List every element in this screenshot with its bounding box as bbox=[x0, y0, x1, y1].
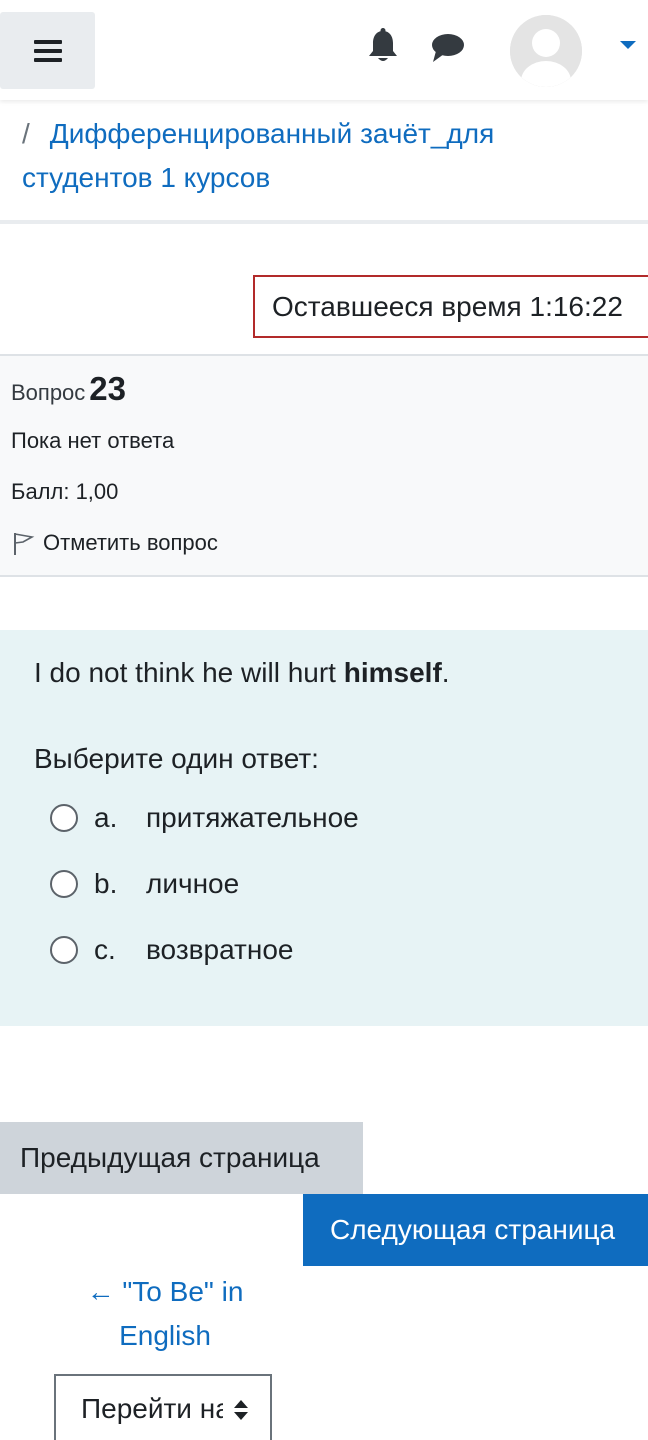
question-state: Пока нет ответа bbox=[11, 428, 175, 453]
breadcrumb: / Дифференцированный зачёт_для студентов … bbox=[22, 112, 582, 200]
jump-to-label: Перейти на... bbox=[81, 1393, 223, 1424]
radio-button-b[interactable] bbox=[50, 870, 78, 898]
next-page-button[interactable]: Следующая страница bbox=[303, 1194, 648, 1266]
jump-to-select[interactable]: Перейти на... bbox=[54, 1374, 272, 1440]
question-number-label: Вопрос bbox=[11, 380, 86, 405]
flag-question-link[interactable]: Отметить вопрос bbox=[11, 530, 218, 556]
timer-label: Оставшееся время bbox=[272, 291, 522, 322]
breadcrumb-separator: / bbox=[22, 118, 30, 149]
breadcrumb-course-link[interactable]: Дифференцированный зачёт_для студентов 1… bbox=[22, 118, 494, 193]
chat-bubble-icon[interactable] bbox=[430, 32, 466, 69]
previous-activity-link[interactable]: ← "To Be" in English bbox=[70, 1270, 260, 1358]
question-info-panel: Вопрос 23 Пока нет ответа Балл: 1,00 Отме… bbox=[0, 354, 648, 577]
question-text-highlight: himself bbox=[343, 657, 442, 688]
top-navbar bbox=[0, 0, 648, 100]
option-letter-b: b. bbox=[94, 868, 118, 899]
answer-option-b[interactable]: b. личное bbox=[50, 864, 239, 904]
answer-option-c[interactable]: c. возвратное bbox=[50, 930, 294, 970]
option-label-c: возвратное bbox=[146, 934, 294, 965]
answer-option-a[interactable]: a. притяжательное bbox=[50, 798, 359, 838]
radio-button-a[interactable] bbox=[50, 804, 78, 832]
bell-icon[interactable] bbox=[366, 28, 400, 69]
question-text-before: I do not think he will hurt bbox=[34, 657, 344, 688]
flag-question-label: Отметить вопрос bbox=[43, 530, 218, 555]
radio-button-c[interactable] bbox=[50, 936, 78, 964]
header-divider bbox=[0, 220, 648, 224]
timer-value: 1:16:22 bbox=[529, 291, 623, 322]
question-number-value: 23 bbox=[89, 370, 127, 407]
question-text: I do not think he will hurt himself. bbox=[34, 657, 450, 689]
question-grade: Балл: 1,00 bbox=[11, 479, 119, 504]
avatar-icon[interactable] bbox=[510, 15, 582, 87]
select-arrows-icon bbox=[234, 1400, 248, 1420]
option-label-a: притяжательное bbox=[146, 802, 359, 833]
question-content: I do not think he will hurt himself. Выб… bbox=[0, 630, 648, 1026]
menu-toggle-button[interactable] bbox=[0, 12, 95, 89]
question-number: Вопрос 23 bbox=[11, 370, 126, 408]
quiz-timer: Оставшееся время 1:16:22 bbox=[253, 275, 648, 338]
answer-prompt: Выберите один ответ: bbox=[34, 743, 319, 774]
user-menu-caret-icon[interactable] bbox=[620, 41, 636, 49]
flag-icon bbox=[14, 533, 35, 555]
option-label-b: личное bbox=[146, 868, 240, 899]
hamburger-icon bbox=[33, 39, 62, 62]
option-letter-a: a. bbox=[94, 802, 118, 833]
previous-page-button[interactable]: Предыдущая страница bbox=[0, 1122, 363, 1194]
question-text-after: . bbox=[441, 657, 450, 688]
option-letter-c: c. bbox=[94, 934, 116, 965]
